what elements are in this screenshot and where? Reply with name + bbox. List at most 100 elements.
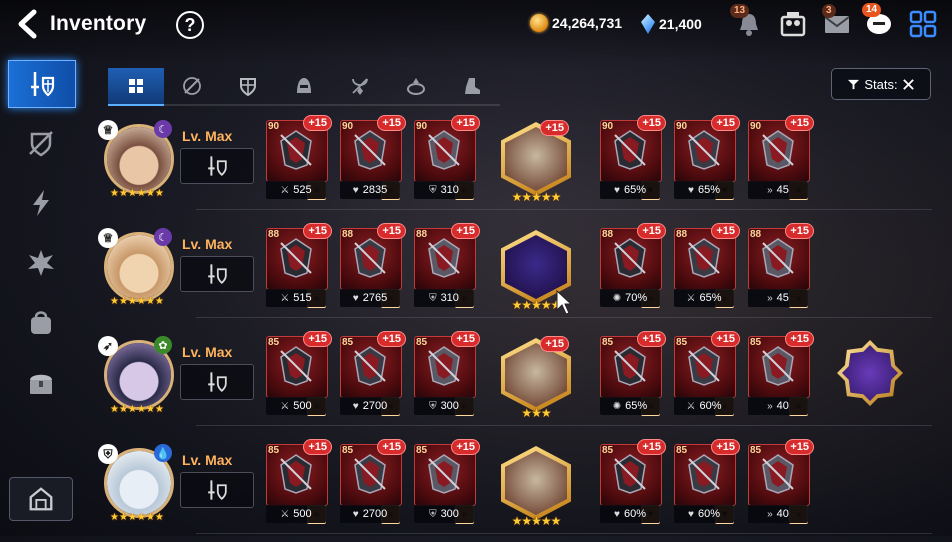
menu-grid-icon: [909, 10, 937, 38]
bell-button[interactable]: 13: [730, 4, 764, 39]
equip-preset-button[interactable]: [180, 148, 254, 184]
gear-slot[interactable]: 88 +15 » ⚔ 515: [266, 223, 332, 310]
stat-value: 65%: [623, 184, 646, 196]
tab-necklace[interactable]: [332, 68, 388, 106]
stat-value: 500: [293, 508, 312, 520]
item-level: 85: [342, 337, 354, 348]
stats-filter-button[interactable]: Stats:: [831, 68, 931, 100]
equipment-icon: [428, 454, 460, 494]
enhance-badge: +15: [785, 115, 814, 131]
accessory-slot[interactable]: 90 +15 ♥ ♥ 65%: [600, 115, 666, 202]
artifact-slot[interactable]: +15 ★★★★★: [497, 118, 575, 206]
equipment-icon: [280, 346, 312, 386]
sidebar-item-chest[interactable]: [8, 360, 74, 406]
accessory-slot[interactable]: 85 +15 ♥ ♥ 60%: [674, 439, 740, 526]
mail-button[interactable]: 3: [822, 4, 852, 39]
health-stat-icon: ♥: [352, 400, 359, 412]
equip-preset-button[interactable]: [180, 364, 254, 400]
sidebar-item-equipment[interactable]: [8, 60, 76, 108]
back-arrow-icon[interactable]: [14, 9, 42, 39]
stat-value: 2765: [362, 292, 388, 304]
speed-stat-icon: »: [767, 184, 773, 196]
equipment-icon: [614, 130, 646, 170]
main-stat: ⚔ 60%: [674, 397, 734, 415]
health-stat-icon: ♥: [352, 508, 359, 520]
sword-shield-icon: [208, 372, 227, 392]
gear-slot[interactable]: 85 +15 » ⛨ 300: [414, 331, 480, 418]
item-level: 85: [676, 445, 688, 456]
gear-slot[interactable]: 90 +15 » ⚔ 525: [266, 115, 332, 202]
accessory-slot[interactable]: 85 +15 » ✺ 65%: [600, 331, 666, 418]
main-stat: ⚔ 65%: [674, 289, 734, 307]
accessory-slot[interactable]: 85 +15 » ⚔ 60%: [674, 331, 740, 418]
sidebar-item-catalyst[interactable]: [8, 180, 74, 226]
mail-badge: 3: [822, 4, 836, 18]
accessory-slot[interactable]: 88 +15 » » 45: [748, 223, 814, 310]
artifact-slot[interactable]: +15 ★★★: [497, 334, 575, 422]
equipment-icon: [354, 238, 386, 278]
equip-preset-button[interactable]: [180, 256, 254, 292]
stat-value: 65%: [697, 184, 720, 196]
accessory-slot[interactable]: 85 +15 » » 40: [748, 331, 814, 418]
health-stat-icon: ♥: [688, 508, 694, 520]
accessory-slot[interactable]: 88 +15 » ⚔ 65%: [674, 223, 740, 310]
health-stat-icon: ♥: [688, 184, 694, 196]
equipment-icon: [428, 346, 460, 386]
gear-slot[interactable]: 85 +15 » ♥ 2700: [340, 331, 406, 418]
sidebar-item-materials[interactable]: [8, 240, 74, 286]
accessory-slot[interactable]: 85 +15 ♥ ♥ 60%: [600, 439, 666, 526]
artifact-slot[interactable]: ★★★★★: [497, 442, 575, 530]
main-stat: ♥ 60%: [674, 505, 734, 523]
sidebar-item-unequipped[interactable]: [8, 120, 74, 166]
sword-shield-icon: [208, 264, 227, 284]
sidebar-item-bag[interactable]: [8, 300, 74, 346]
accessory-slot[interactable]: 85 +15 » » 40: [748, 439, 814, 526]
main-stat: ⚔ 515: [266, 289, 326, 307]
gear-slot[interactable]: 90 +15 » ⛨ 310: [414, 115, 480, 202]
item-level: 85: [602, 445, 614, 456]
crystal-amount: 21,400: [659, 16, 702, 32]
gear-slot[interactable]: 88 +15 » ⛨ 310: [414, 223, 480, 310]
menu-grid-button[interactable]: [908, 9, 938, 39]
hero-row: ♕ ☾ ★★★★★★ Lv. Max 88 +15 » ⚔ 515: [96, 223, 932, 326]
tab-ring[interactable]: [388, 68, 444, 106]
gear-slot[interactable]: 85 +15 » ⚔ 500: [266, 331, 332, 418]
tab-boots[interactable]: [444, 68, 500, 106]
gear-slot[interactable]: 85 +15 » ⛨ 300: [414, 439, 480, 526]
tab-weapon[interactable]: [164, 68, 220, 106]
chat-button[interactable]: 14: [862, 3, 894, 39]
tab-all[interactable]: [108, 68, 164, 106]
enhance-badge: +15: [451, 331, 480, 347]
gold-currency[interactable]: 24,264,731: [530, 14, 622, 32]
storage-button[interactable]: [9, 477, 73, 521]
crystal-currency[interactable]: 21,400: [641, 14, 702, 34]
equip-preset-button[interactable]: [180, 472, 254, 508]
gear-slot[interactable]: 90 +15 » ♥ 2835: [340, 115, 406, 202]
equipment-icon: [614, 238, 646, 278]
gear-slot[interactable]: 88 +15 » ♥ 2765: [340, 223, 406, 310]
stat-value: 45: [776, 184, 789, 196]
item-level: 88: [750, 229, 762, 240]
crystal-icon: [641, 14, 655, 34]
main-stat: ⚔ 525: [266, 181, 326, 199]
row-divider: [196, 533, 932, 534]
crit-stat-icon: ✺: [612, 292, 622, 304]
stat-value: 60%: [623, 508, 646, 520]
gear-slot[interactable]: 85 +15 » ♥ 2700: [340, 439, 406, 526]
hero-row: ⛨ 💧 ★★★★★★ Lv. Max 85 +15 » ⚔ 500: [96, 439, 932, 542]
weapon-icon: [183, 77, 201, 95]
attack-stat-icon: ⚔: [686, 292, 696, 304]
exclusive-equipment-slot[interactable]: [837, 340, 903, 406]
question-circle-icon[interactable]: ?: [176, 11, 204, 39]
accessory-slot[interactable]: 90 +15 » » 45: [748, 115, 814, 202]
main-stat: ♥ 65%: [674, 181, 734, 199]
helper-button[interactable]: [778, 9, 808, 39]
gear-slot[interactable]: 85 +15 » ⚔ 500: [266, 439, 332, 526]
shield-icon: [240, 78, 256, 97]
tab-helmet[interactable]: [276, 68, 332, 106]
enhance-badge: +15: [303, 331, 332, 347]
enhance-badge: +15: [785, 439, 814, 455]
accessory-slot[interactable]: 88 +15 » ✺ 70%: [600, 223, 666, 310]
accessory-slot[interactable]: 90 +15 ♥ ♥ 65%: [674, 115, 740, 202]
tab-armor[interactable]: [220, 68, 276, 106]
